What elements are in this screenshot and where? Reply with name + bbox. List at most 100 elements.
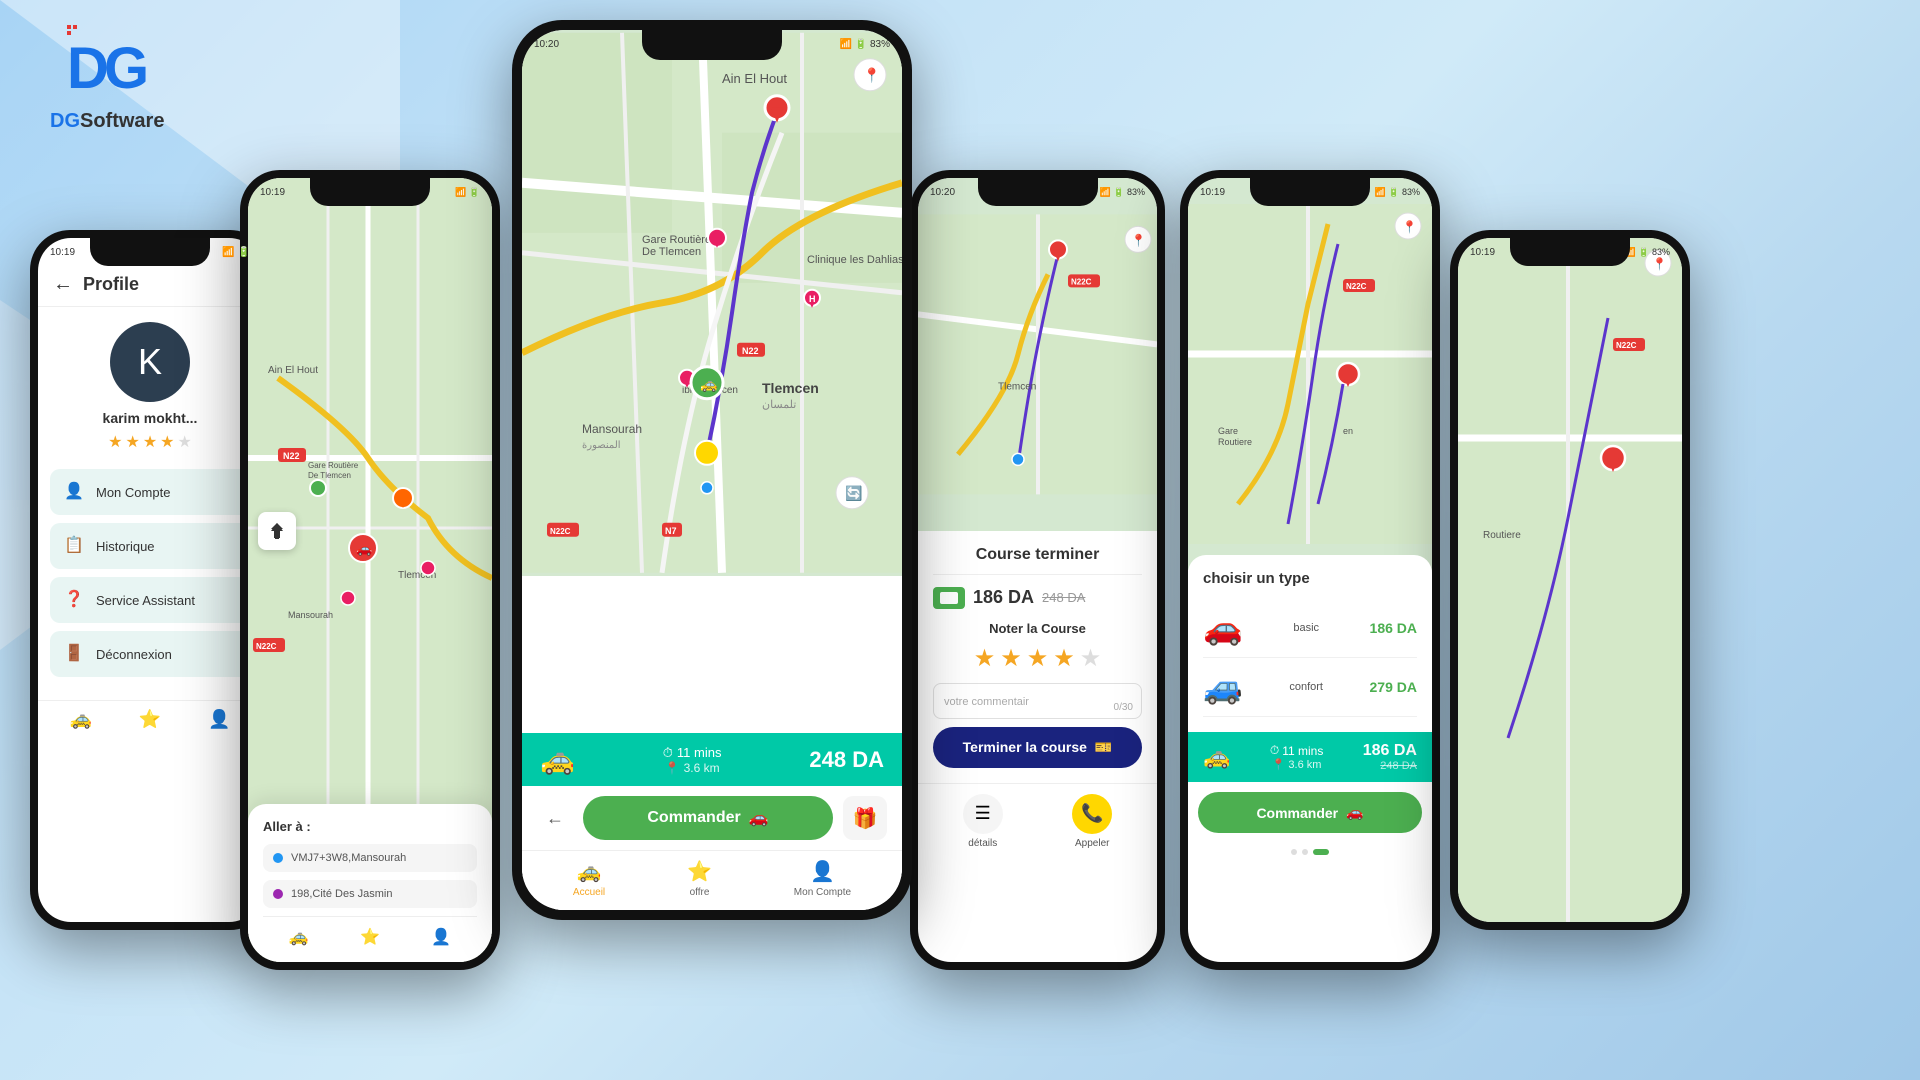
back-button-main[interactable]: ←	[537, 800, 573, 836]
ride-info-bar: 🚕 ⏱ 11 mins 📍 3.6 km 248 DA	[522, 733, 902, 786]
confort-car-icon: 🚙	[1203, 668, 1243, 706]
service-icon: ❓	[64, 589, 86, 611]
menu-label-logout: Déconnexion	[96, 647, 172, 662]
course-map: N22C 📍 Tlemcen	[918, 178, 1157, 531]
gift-button[interactable]: 🎁	[843, 796, 887, 840]
nav-label-compte: Mon Compte	[794, 887, 851, 898]
profile-menu: 👤 Mon Compte 📋 Historique ❓ Service Assi…	[38, 464, 262, 690]
destination-input-2[interactable]: 198,Cité Des Jasmin	[263, 880, 477, 908]
avatar: K	[110, 322, 190, 402]
commander-button[interactable]: Commander 🚗	[583, 796, 833, 840]
svg-text:المنصورة: المنصورة	[582, 440, 621, 451]
svg-text:N22: N22	[283, 451, 300, 461]
account-icon: 👤	[64, 481, 86, 503]
profile-title: Profile	[83, 274, 139, 295]
menu-item-service[interactable]: ❓ Service Assistant	[50, 577, 250, 623]
svg-text:📍: 📍	[863, 67, 880, 84]
terminer-label: Terminer la course	[963, 739, 1087, 755]
svg-text:H: H	[809, 294, 816, 304]
menu-label-history: Historique	[96, 539, 155, 554]
confort-car-label: confort	[1289, 681, 1323, 693]
main-map: Ain El Hout Gare Routière De Tlemcen Tle…	[522, 30, 902, 576]
logo-text: DGSoftware	[50, 110, 164, 133]
details-icon: ☰	[963, 794, 1003, 834]
comment-input[interactable]: votre commentair 0/30	[933, 683, 1142, 719]
svg-text:Tlemcen: Tlemcen	[998, 381, 1036, 392]
menu-item-history[interactable]: 📋 Historique	[50, 523, 250, 569]
svg-text:N7: N7	[665, 526, 677, 536]
svg-text:N22: N22	[742, 346, 759, 356]
destination-dot-purple	[273, 889, 283, 899]
bottom-panel: 🚕 ⏱ 11 mins 📍 3.6 km 248 DA ← Commander …	[522, 733, 902, 910]
destination-input-1[interactable]: VMJ7+3W8,Mansourah	[263, 844, 477, 872]
svg-text:📍: 📍	[1131, 233, 1146, 247]
destination-text-2: 198,Cité Des Jasmin	[291, 888, 393, 900]
type-option-basic[interactable]: 🚗 basic 186 DA	[1203, 599, 1417, 658]
course-footer: ☰ détails 📞 Appeler	[918, 783, 1157, 859]
back-button-profile[interactable]: ←	[53, 273, 73, 296]
phone-main: 10:20 📶 🔋 83%	[512, 20, 912, 920]
call-button[interactable]: 📞 Appeler	[1072, 794, 1112, 849]
call-label: Appeler	[1075, 838, 1109, 849]
ride-car-icon: 🚕	[540, 743, 575, 776]
phone-notch-profile	[90, 238, 210, 266]
course-title: Course terminer	[933, 546, 1142, 575]
user-icon: 👤	[810, 859, 835, 884]
svg-text:N22C: N22C	[256, 642, 277, 651]
basic-car-icon: 🚗	[1203, 609, 1243, 647]
nav-tab-offre[interactable]: ⭐ offre	[687, 859, 712, 898]
svg-text:Gare Routière: Gare Routière	[308, 461, 359, 470]
noter-label: Noter la Course	[933, 621, 1142, 636]
nav-tab-compte[interactable]: 👤 Mon Compte	[794, 859, 851, 898]
details-label: détails	[968, 838, 997, 849]
phone-profile: 10:19 📶 🔋 ← Profile K karim mokht... ★ ★…	[30, 230, 270, 930]
terminer-button[interactable]: Terminer la course 🎫	[933, 727, 1142, 768]
type-map: N22C 📍 Gare Routiere en	[1188, 178, 1432, 570]
phone-map-destination: 10:19 📶 🔋 Ain El Hout Gare Routière De T…	[240, 170, 500, 970]
choose-type-panel: choisir un type 🚗 basic 186 DA 🚙 confort…	[1188, 555, 1432, 732]
car-icon-commander: 🚗	[749, 808, 769, 828]
logout-icon: 🚪	[64, 643, 86, 665]
phone-notch-type	[1250, 178, 1370, 206]
logo: D G DGSoftware	[50, 20, 164, 133]
menu-label-service: Service Assistant	[96, 593, 195, 608]
choose-type-title: choisir un type	[1203, 570, 1417, 587]
ride-price: 248 DA	[809, 747, 884, 773]
phone-notch-type2	[1510, 238, 1630, 266]
svg-text:en: en	[1343, 426, 1353, 436]
phone-choose-type: 10:19 📶 🔋 83% N22C 📍	[1180, 170, 1440, 970]
svg-text:Mansourah: Mansourah	[288, 610, 333, 620]
price-main: 186 DA	[973, 587, 1034, 608]
svg-text:G: G	[104, 36, 149, 101]
course-map-svg: N22C 📍 Tlemcen	[918, 178, 1157, 531]
svg-text:Routiere: Routiere	[1218, 437, 1252, 447]
commander-bar: ← Commander 🚗 🎁	[522, 786, 902, 850]
clock-icon: ⏱ 11 mins	[663, 745, 722, 761]
svg-text:تلمسان: تلمسان	[762, 399, 796, 411]
navigation-arrow-button[interactable]	[258, 512, 296, 550]
price-original: 248 DA	[1042, 590, 1085, 605]
history-icon: 📋	[64, 535, 86, 557]
menu-item-account[interactable]: 👤 Mon Compte	[50, 469, 250, 515]
details-button[interactable]: ☰ détails	[963, 794, 1003, 849]
menu-label-account: Mon Compte	[96, 485, 170, 500]
type2-map-svg: N22C 📍 Routiere	[1458, 238, 1682, 922]
phone-notch-course	[978, 178, 1098, 206]
course-panel: Course terminer 186 DA 248 DA Noter la C…	[918, 531, 1157, 783]
nav-label-offre: offre	[690, 887, 710, 898]
type-map-svg: N22C 📍 Gare Routiere en	[1188, 178, 1432, 570]
nav-label-accueil: Accueil	[573, 887, 605, 898]
svg-text:🚕: 🚕	[700, 376, 717, 393]
comment-placeholder: votre commentair	[944, 696, 1029, 708]
phone-type2-partial: 10:19 📶 🔋 83% N22C 📍 Routiere	[1450, 230, 1690, 930]
svg-text:De Tlemcen: De Tlemcen	[308, 471, 351, 480]
price-row: 186 DA 248 DA	[933, 587, 1142, 609]
call-icon: 📞	[1072, 794, 1112, 834]
menu-item-logout[interactable]: 🚪 Déconnexion	[50, 631, 250, 677]
comment-count: 0/30	[1114, 702, 1133, 713]
commander-button-type[interactable]: Commander 🚗	[1198, 792, 1422, 833]
svg-text:De Tlemcen: De Tlemcen	[642, 246, 701, 258]
svg-text:Gare: Gare	[1218, 426, 1238, 436]
type-option-confort[interactable]: 🚙 confort 279 DA	[1203, 658, 1417, 717]
nav-tab-accueil[interactable]: 🚕 Accueil	[573, 859, 605, 898]
